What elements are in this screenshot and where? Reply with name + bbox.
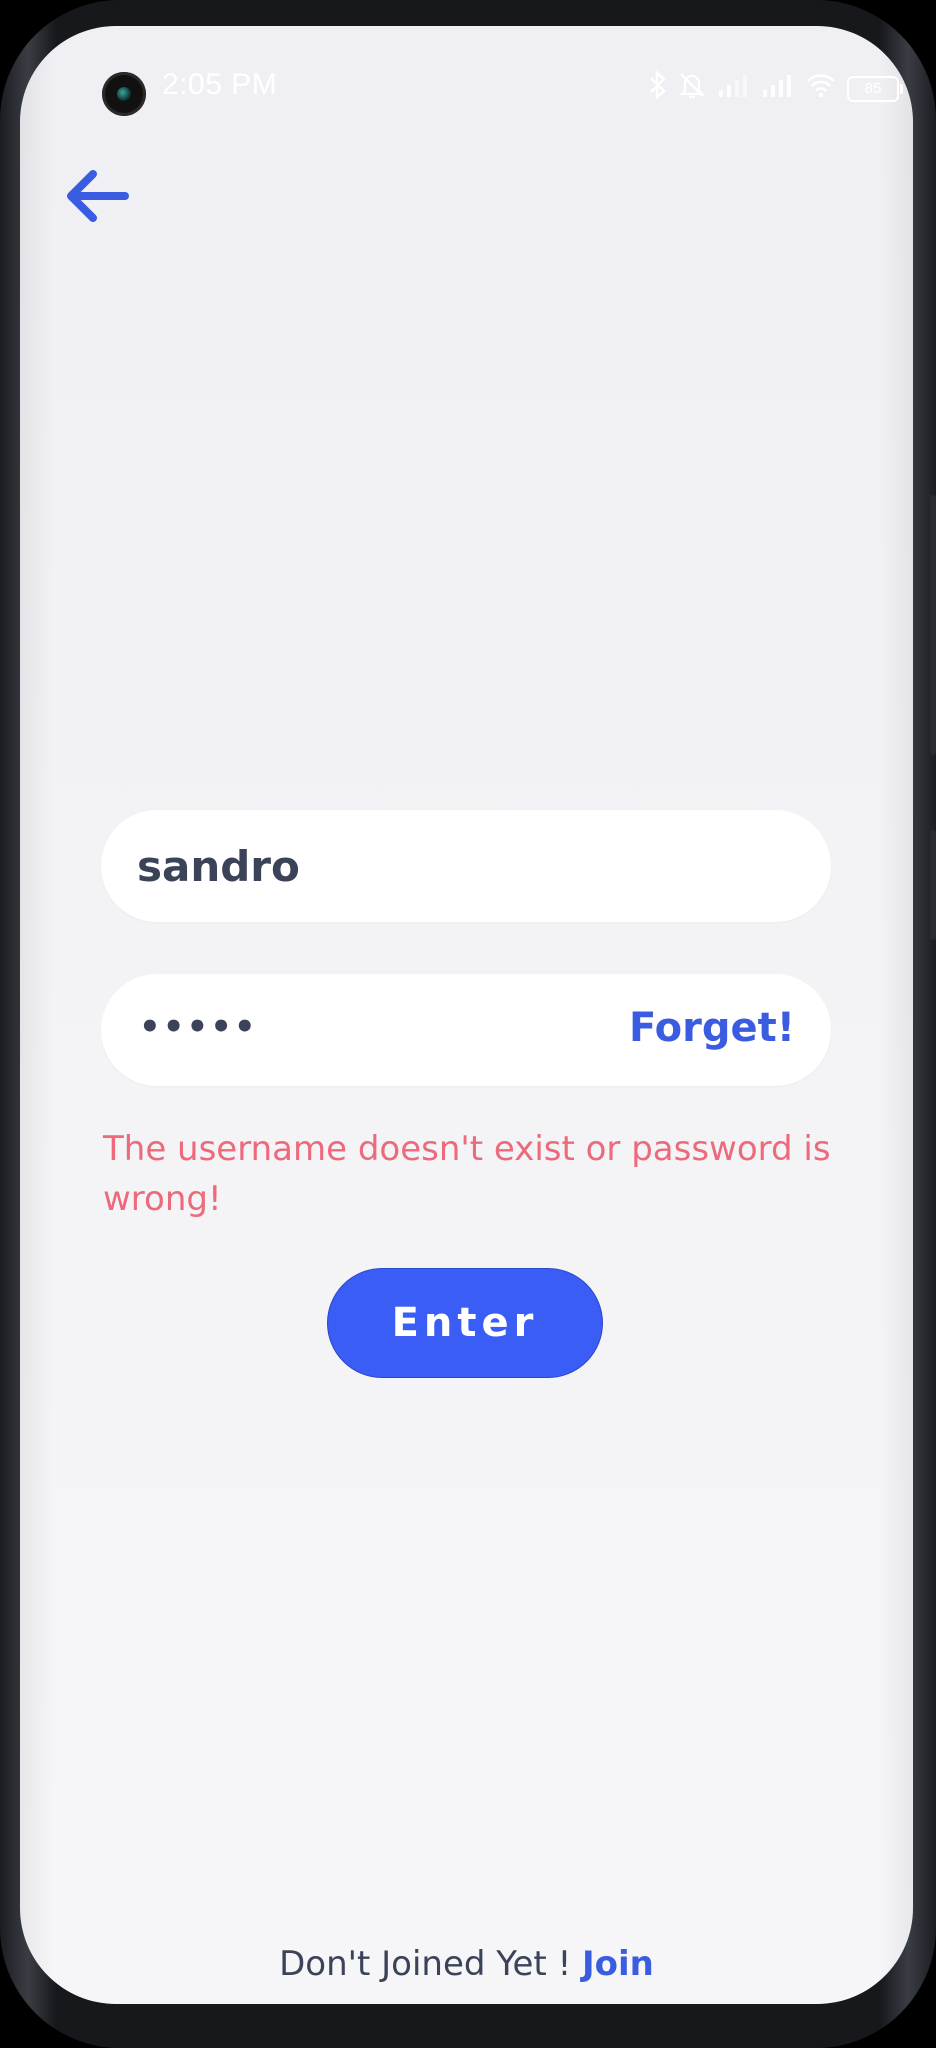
back-button[interactable] xyxy=(56,156,136,236)
power-button xyxy=(930,830,936,940)
signal-icon xyxy=(717,70,751,107)
enter-button[interactable]: Enter xyxy=(327,1268,603,1378)
volume-button xyxy=(930,495,936,755)
signup-prompt: Don't Joined Yet ! Join xyxy=(20,1944,913,1984)
phone-frame: 2:05 PM 85 sandro ••••• Forget! The user… xyxy=(0,0,936,2048)
forget-password-link[interactable]: Forget! xyxy=(629,974,795,1086)
front-camera xyxy=(102,72,146,116)
password-input[interactable]: ••••• xyxy=(139,974,258,1086)
status-icons: 85 xyxy=(649,70,903,107)
username-input[interactable] xyxy=(137,810,637,922)
arrow-left-icon xyxy=(67,170,129,222)
bell-off-icon xyxy=(677,70,707,107)
status-time: 2:05 PM xyxy=(162,68,278,101)
username-field[interactable] xyxy=(101,810,831,922)
error-message: The username doesn't exist or password i… xyxy=(103,1129,831,1219)
app-screen: 2:05 PM 85 sandro ••••• Forget! The user… xyxy=(20,26,913,2004)
password-field[interactable]: ••••• Forget! xyxy=(101,974,831,1086)
signup-prompt-text: Don't Joined Yet ! xyxy=(279,1944,583,1984)
join-link[interactable]: Join xyxy=(582,1944,654,1984)
signal-icon xyxy=(761,70,795,107)
bluetooth-icon xyxy=(649,70,667,107)
battery-icon: 85 xyxy=(847,75,903,102)
wifi-icon xyxy=(805,70,837,107)
